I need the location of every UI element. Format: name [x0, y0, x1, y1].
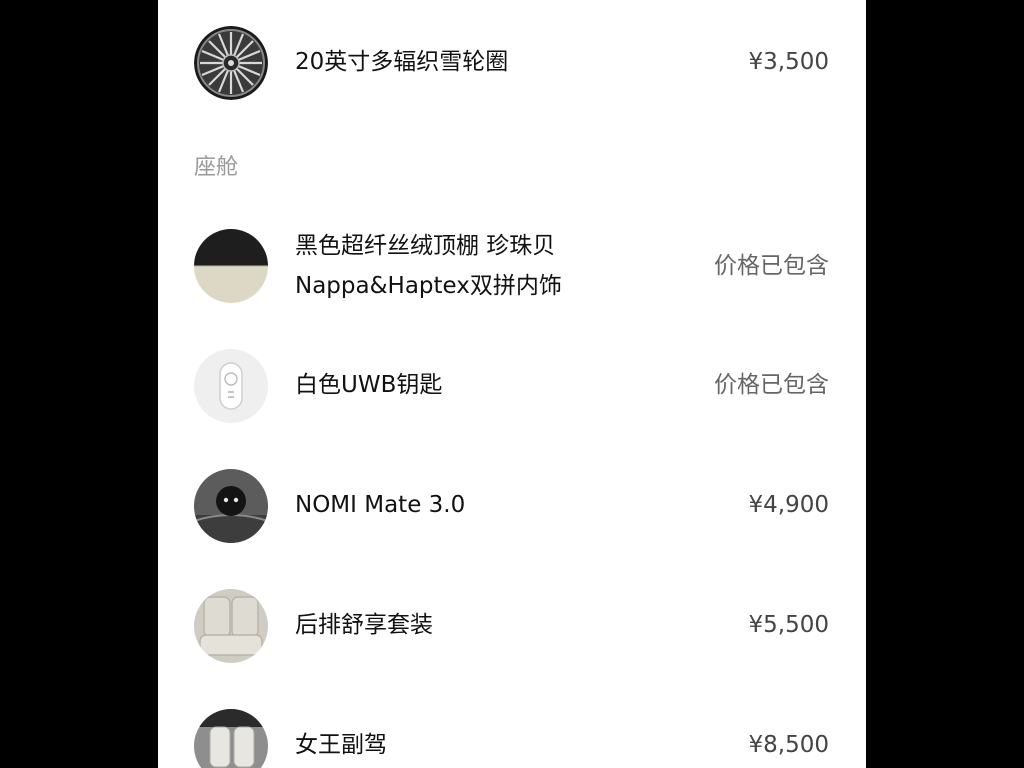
option-name-line1: 黑色超纤丝绒顶棚 珍珠贝: [295, 233, 556, 259]
option-price: ¥5,500: [748, 612, 829, 638]
option-price: ¥3,500: [748, 49, 829, 75]
option-row-nomi-mate[interactable]: NOMI Mate 3.0 ¥4,900: [158, 465, 866, 545]
nomi-mate-icon: [194, 469, 268, 543]
option-list-panel: 20英寸多辐织雪轮圈 ¥3,500 座舱 黑色超纤丝绒顶棚 珍珠贝 Nappa&…: [158, 0, 866, 768]
interior-swatch-icon: [194, 229, 268, 303]
option-row-interior[interactable]: 黑色超纤丝绒顶棚 珍珠贝 Nappa&Haptex双拼内饰 价格已包含: [158, 222, 866, 312]
option-name: 20英寸多辐织雪轮圈: [295, 49, 509, 75]
option-row-wheel[interactable]: 20英寸多辐织雪轮圈 ¥3,500: [158, 24, 866, 104]
section-label-cabin: 座舱: [194, 155, 239, 180]
option-price: 价格已包含: [714, 372, 829, 398]
option-row-queen-seat[interactable]: 女王副驾 ¥8,500: [158, 705, 866, 768]
option-name: 白色UWB钥匙: [295, 372, 443, 398]
uwb-key-icon: [194, 349, 268, 423]
option-price: ¥8,500: [748, 732, 829, 758]
option-name: 女王副驾: [295, 732, 387, 758]
option-name: 黑色超纤丝绒顶棚 珍珠贝 Nappa&Haptex双拼内饰: [295, 226, 562, 306]
option-row-uwb-key[interactable]: 白色UWB钥匙 价格已包含: [158, 345, 866, 425]
rear-seat-icon: [194, 589, 268, 663]
wheel-rim-icon: [194, 26, 268, 100]
option-name-line2: Nappa&Haptex双拼内饰: [295, 273, 562, 299]
option-price: ¥4,900: [748, 492, 829, 518]
option-name: NOMI Mate 3.0: [295, 492, 466, 518]
option-row-rear-comfort[interactable]: 后排舒享套装 ¥5,500: [158, 585, 866, 665]
queen-seat-icon: [194, 709, 268, 768]
option-name: 后排舒享套装: [295, 612, 433, 638]
option-price: 价格已包含: [714, 253, 829, 279]
